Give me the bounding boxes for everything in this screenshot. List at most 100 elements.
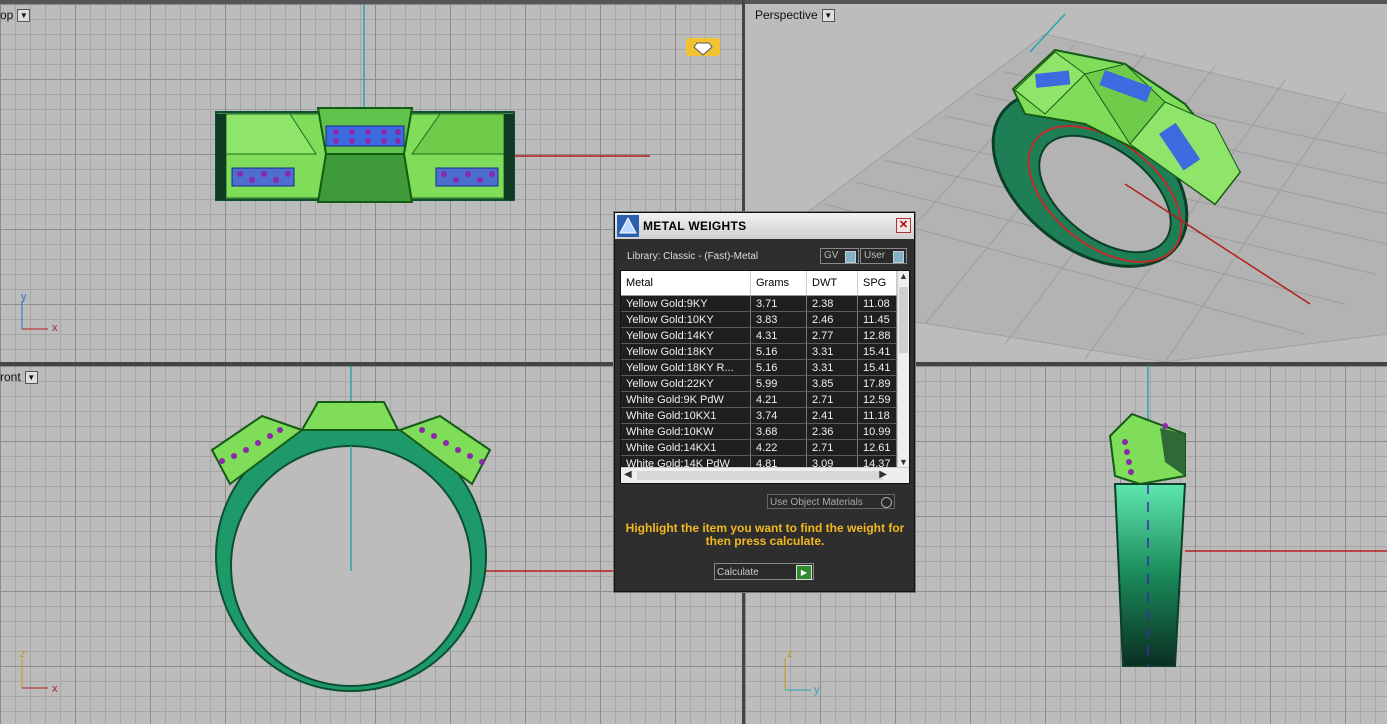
table-row[interactable]: Yellow Gold:18KY 5.16 3.31 15.41 — [621, 344, 897, 360]
grams-cell: 5.16 — [751, 344, 807, 359]
table-row[interactable]: White Gold:10KW 3.68 2.36 10.99 — [621, 424, 897, 440]
table-row[interactable]: Yellow Gold:18KY R... 5.16 3.31 15.41 — [621, 360, 897, 376]
hscroll-thumb[interactable] — [637, 471, 883, 480]
grams-cell: 5.16 — [751, 360, 807, 375]
radio-icon[interactable] — [881, 497, 892, 508]
table-row[interactable]: Yellow Gold:14KY 4.31 2.77 12.88 — [621, 328, 897, 344]
grams-cell: 3.83 — [751, 312, 807, 327]
spg-cell: 11.45 — [858, 312, 897, 327]
spg-cell: 11.08 — [858, 296, 897, 311]
axis-z-label: z — [20, 648, 26, 660]
metal-cell: Yellow Gold:10KY — [621, 312, 751, 327]
spg-cell: 15.41 — [858, 344, 897, 359]
spg-cell: 12.61 — [858, 440, 897, 455]
diamond-icon — [686, 38, 720, 56]
scroll-thumb[interactable] — [899, 287, 908, 353]
metal-cell: Yellow Gold:18KY — [621, 344, 751, 359]
viewport-front-label[interactable]: ront ▼ — [0, 370, 38, 384]
dwt-cell: 2.77 — [807, 328, 858, 343]
column-header-dwt[interactable]: DWT — [807, 271, 858, 295]
instruction-text: Highlight the item you want to find the … — [625, 521, 905, 548]
scroll-left-icon[interactable]: ◀ — [624, 469, 632, 480]
dwt-cell: 2.71 — [807, 392, 858, 407]
spg-cell: 17.89 — [858, 376, 897, 391]
viewport-perspective-name: Perspective — [755, 8, 818, 22]
dwt-cell: 2.36 — [807, 424, 858, 439]
user-toggle[interactable]: User — [860, 248, 907, 264]
grams-cell: 3.71 — [751, 296, 807, 311]
axis-x-label: x — [52, 322, 58, 334]
calculate-label: Calculate — [717, 567, 759, 578]
grams-cell: 3.68 — [751, 424, 807, 439]
metal-cell: Yellow Gold:22KY — [621, 376, 751, 391]
metal-cell: Yellow Gold:9KY — [621, 296, 751, 311]
table-row[interactable]: White Gold:9K PdW 4.21 2.71 12.59 — [621, 392, 897, 408]
metal-table: Metal Grams DWT SPG Yellow Gold:9KY 3.71 2… — [620, 270, 910, 484]
spg-cell: 11.18 — [858, 408, 897, 423]
play-arrow-icon[interactable]: ▶ — [796, 565, 812, 580]
axis-x-label: x — [52, 683, 58, 695]
chevron-down-icon[interactable]: ▼ — [17, 8, 31, 22]
table-body: Yellow Gold:9KY 3.71 2.38 11.08 Yellow Gold:… — [621, 296, 897, 472]
spg-cell: 10.99 — [858, 424, 897, 439]
metal-cell: White Gold:10KX1 — [621, 408, 751, 423]
grams-cell: 5.99 — [751, 376, 807, 391]
column-header-spg[interactable]: SPG — [858, 271, 897, 295]
axis-y-label: y — [814, 684, 820, 696]
use-object-materials-label: Use Object Materials — [770, 497, 863, 508]
table-row[interactable]: White Gold:10KX1 3.74 2.41 11.18 — [621, 408, 897, 424]
toggle-indicator-icon — [845, 251, 856, 263]
spg-cell: 15.41 — [858, 360, 897, 375]
metal-cell: White Gold:10KW — [621, 424, 751, 439]
dwt-cell: 3.31 — [807, 360, 858, 375]
spg-cell: 12.59 — [858, 392, 897, 407]
dialog-titlebar[interactable]: METAL WEIGHTS ✕ — [615, 213, 914, 239]
metal-weights-dialog: METAL WEIGHTS ✕ Library: Classic - (Fast… — [614, 212, 915, 592]
viewport-top-label[interactable]: op ▼ — [0, 8, 31, 22]
metal-cell: White Gold:14KX1 — [621, 440, 751, 455]
metal-cell: Yellow Gold:18KY R... — [621, 360, 751, 375]
spg-cell: 12.88 — [858, 328, 897, 343]
use-object-materials-option[interactable]: Use Object Materials — [767, 494, 895, 509]
table-row[interactable]: Yellow Gold:9KY 3.71 2.38 11.08 — [621, 296, 897, 312]
axis-y-label: y — [21, 291, 27, 303]
column-header-metal[interactable]: Metal — [621, 271, 751, 295]
dwt-cell: 2.46 — [807, 312, 858, 327]
axis-z-label: z — [787, 648, 793, 660]
grams-cell: 4.31 — [751, 328, 807, 343]
metal-cell: Yellow Gold:14KY — [621, 328, 751, 343]
toggle-indicator-icon — [893, 251, 904, 263]
calculate-button[interactable]: Calculate ▶ — [714, 563, 814, 580]
grams-cell: 4.22 — [751, 440, 807, 455]
close-icon[interactable]: ✕ — [896, 218, 911, 233]
viewport-front-name: ront — [0, 370, 21, 384]
table-row[interactable]: White Gold:14KX1 4.22 2.71 12.61 — [621, 440, 897, 456]
dwt-cell: 3.31 — [807, 344, 858, 359]
vertical-scrollbar[interactable]: ▲ ▼ — [897, 271, 909, 467]
table-row[interactable]: Yellow Gold:22KY 5.99 3.85 17.89 — [621, 376, 897, 392]
grams-cell: 3.74 — [751, 408, 807, 423]
dwt-cell: 2.38 — [807, 296, 858, 311]
viewport-perspective-label[interactable]: Perspective ▼ — [755, 8, 835, 22]
chevron-down-icon[interactable]: ▼ — [24, 370, 38, 384]
library-label: Library: Classic - (Fast)-Metal — [627, 251, 759, 262]
scroll-up-icon[interactable]: ▲ — [899, 271, 908, 281]
metal-cell: White Gold:9K PdW — [621, 392, 751, 407]
dwt-cell: 2.41 — [807, 408, 858, 423]
user-toggle-label: User — [864, 250, 886, 261]
column-header-grams[interactable]: Grams — [751, 271, 807, 295]
dialog-title: METAL WEIGHTS — [643, 219, 747, 233]
chevron-down-icon[interactable]: ▼ — [821, 8, 835, 22]
app-logo-icon — [617, 215, 639, 237]
horizontal-scrollbar[interactable]: ◀ ▶ — [621, 467, 909, 483]
table-header: Metal Grams DWT SPG — [621, 271, 909, 296]
viewport-top-name: op — [0, 8, 14, 22]
table-row[interactable]: Yellow Gold:10KY 3.83 2.46 11.45 — [621, 312, 897, 328]
gv-toggle-label: GV — [824, 250, 839, 261]
scroll-right-icon[interactable]: ▶ — [879, 469, 887, 480]
dwt-cell: 2.71 — [807, 440, 858, 455]
grams-cell: 4.21 — [751, 392, 807, 407]
gv-toggle[interactable]: GV — [820, 248, 859, 264]
scroll-down-icon[interactable]: ▼ — [899, 457, 908, 467]
dwt-cell: 3.85 — [807, 376, 858, 391]
